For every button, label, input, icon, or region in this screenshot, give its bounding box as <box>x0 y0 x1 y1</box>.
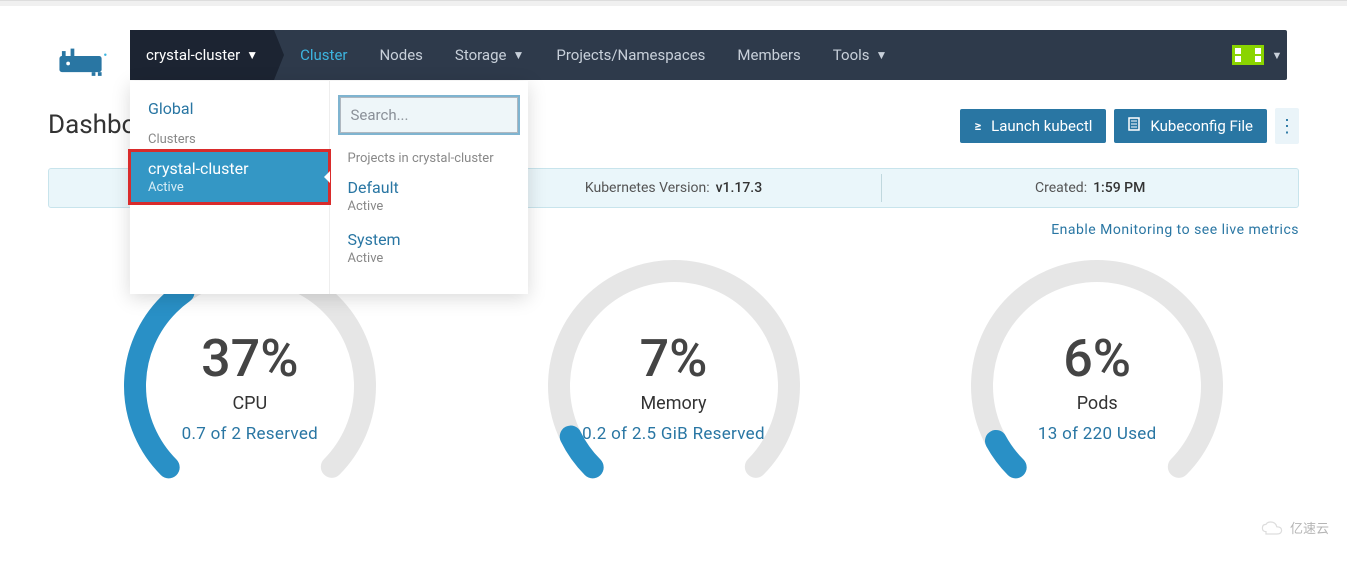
dropdown-projects-header: Projects in crystal-cluster <box>330 141 529 170</box>
dropdown-project-name: System <box>348 230 511 249</box>
kubeconfig-button[interactable]: Kubeconfig File <box>1114 109 1267 143</box>
file-icon <box>1128 117 1140 135</box>
dropdown-cluster-status: Active <box>148 180 311 195</box>
pods-detail: 13 of 220 Used <box>1038 424 1157 444</box>
dropdown-search-input[interactable] <box>340 97 519 133</box>
pods-percent: 6% <box>1063 328 1131 389</box>
dropdown-project-item[interactable]: Default Active <box>330 170 529 222</box>
watermark: 亿速云 <box>1260 518 1329 537</box>
kebab-icon: ⋮ <box>1278 116 1296 137</box>
nav-members[interactable]: Members <box>721 30 816 80</box>
dropdown-project-status: Active <box>348 199 511 214</box>
chevron-down-icon: ▼ <box>512 48 524 62</box>
nav-nodes[interactable]: Nodes <box>363 30 438 80</box>
pods-label: Pods <box>1077 393 1118 414</box>
launch-kubectl-button[interactable]: ≥ Launch kubectl <box>960 109 1106 143</box>
dropdown-project-item[interactable]: System Active <box>330 222 529 274</box>
dropdown-cluster-item[interactable]: crystal-cluster Active <box>130 151 329 203</box>
cluster-selector-label: crystal-cluster <box>146 46 240 64</box>
top-navbar: crystal-cluster ▼ Cluster Nodes Storage … <box>130 30 1287 80</box>
memory-percent: 7% <box>640 328 708 389</box>
nav-cluster[interactable]: Cluster <box>284 30 363 80</box>
cpu-detail: 0.7 of 2 Reserved <box>182 424 318 444</box>
memory-detail: 0.2 of 2.5 GiB Reserved <box>582 424 765 444</box>
cluster-dropdown: Global Clusters crystal-cluster Active P… <box>130 81 528 294</box>
breadcrumb-arrow <box>274 30 284 80</box>
dropdown-cluster-name: crystal-cluster <box>148 159 311 178</box>
nav-tools[interactable]: Tools ▼ <box>817 30 904 80</box>
dropdown-project-status: Active <box>348 251 511 266</box>
chevron-down-icon: ▼ <box>876 48 888 62</box>
user-menu[interactable]: ▼ <box>1227 45 1287 65</box>
chevron-down-icon: ▼ <box>246 48 258 62</box>
terminal-icon: ≥ <box>974 119 981 134</box>
chevron-down-icon: ▼ <box>1272 49 1283 62</box>
cluster-selector[interactable]: crystal-cluster ▼ <box>130 30 274 80</box>
avatar-icon <box>1232 45 1264 65</box>
pods-gauge: 6% Pods 13 of 220 Used <box>895 256 1299 516</box>
memory-label: Memory <box>640 393 706 414</box>
cpu-gauge: 37% CPU 0.7 of 2 Reserved <box>48 256 452 516</box>
nav-storage[interactable]: Storage ▼ <box>439 30 540 80</box>
cpu-percent: 37% <box>201 328 298 389</box>
dropdown-clusters-header: Clusters <box>130 122 329 151</box>
memory-gauge: 7% Memory 0.2 of 2.5 GiB Reserved <box>472 256 876 516</box>
created-info: Created:1:59 PM <box>882 180 1298 196</box>
more-actions-button[interactable]: ⋮ <box>1275 108 1299 144</box>
dropdown-project-name: Default <box>348 178 511 197</box>
dropdown-global-link[interactable]: Global <box>130 95 329 122</box>
kubernetes-version-info: Kubernetes Version:v1.17.3 <box>466 180 882 196</box>
rancher-logo[interactable] <box>48 36 118 86</box>
cpu-label: CPU <box>232 393 267 414</box>
nav-projects[interactable]: Projects/Namespaces <box>540 30 721 80</box>
